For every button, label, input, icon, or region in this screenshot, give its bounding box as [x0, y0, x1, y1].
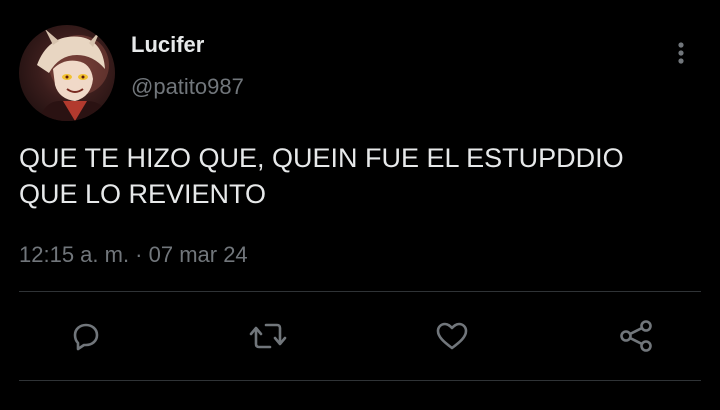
divider [19, 380, 701, 381]
display-name[interactable]: Lucifer [131, 32, 204, 58]
tweet-text: QUE TE HIZO QUE, QUEIN FUE EL ESTUPDDIO … [19, 140, 709, 212]
share-icon [620, 320, 652, 352]
reply-icon [73, 323, 99, 351]
tweet-text-line: QUE LO REVIENTO [19, 179, 267, 209]
avatar[interactable] [19, 25, 115, 121]
character-avatar-image [37, 29, 111, 121]
like-button[interactable] [432, 316, 472, 356]
retweet-icon [249, 323, 287, 349]
share-button[interactable] [616, 316, 656, 356]
heart-icon [436, 322, 468, 350]
retweet-button[interactable] [248, 316, 288, 356]
more-vertical-icon [678, 42, 684, 64]
more-options-button[interactable] [668, 38, 694, 70]
user-handle[interactable]: @patito987 [131, 74, 244, 100]
tweet-text-line: QUE TE HIZO QUE, QUEIN FUE EL ESTUPDDIO [19, 143, 624, 173]
reply-button[interactable] [65, 316, 105, 356]
divider [19, 291, 701, 292]
tweet-timestamp[interactable]: 12:15 a. m. · 07 mar 24 [19, 242, 248, 268]
